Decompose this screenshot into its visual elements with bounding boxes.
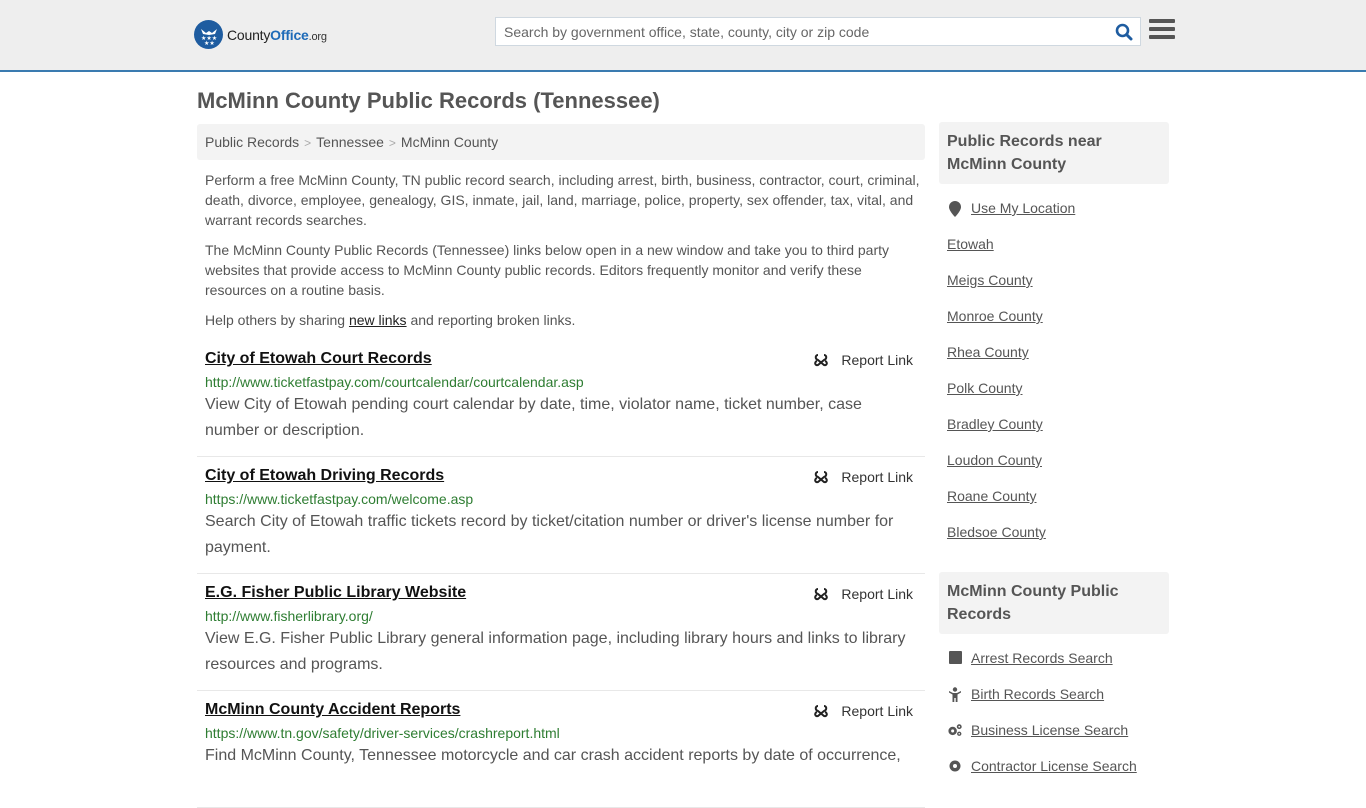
use-my-location-item: Use My Location — [947, 200, 1161, 236]
county-record-item: Arrest Records Search — [947, 650, 1161, 686]
contractor-license-search-link[interactable]: Contractor License Search — [971, 758, 1137, 774]
county-records-list: Arrest Records Search Birth Records Sear… — [939, 634, 1169, 794]
record-url[interactable]: https://www.tn.gov/safety/driver-service… — [205, 725, 917, 741]
intro-paragraph-1: Perform a free McMinn County, TN public … — [205, 172, 920, 228]
county-record-item: Business License Search — [947, 722, 1161, 758]
nearby-item: Bledsoe County — [947, 524, 1161, 560]
breadcrumb-public-records[interactable]: Public Records — [205, 134, 299, 150]
breadcrumb-tennessee[interactable]: Tennessee — [316, 134, 384, 150]
child-icon — [947, 687, 963, 702]
nearby-item: Rhea County — [947, 344, 1161, 380]
nearby-item: Loudon County — [947, 452, 1161, 488]
nearby-item: Roane County — [947, 488, 1161, 524]
svg-text:★★: ★★ — [204, 40, 215, 45]
hamburger-menu-icon[interactable] — [1149, 19, 1175, 43]
search-button[interactable] — [1108, 18, 1140, 45]
report-link-button[interactable]: Report Link — [813, 352, 913, 368]
business-license-search-link[interactable]: Business License Search — [971, 722, 1128, 738]
nearby-link-rhea-county[interactable]: Rhea County — [947, 344, 1029, 360]
breadcrumb-separator: > — [388, 136, 396, 150]
nearby-link-bradley-county[interactable]: Bradley County — [947, 416, 1043, 432]
gear-icon — [947, 759, 963, 773]
eagle-stars-logo-icon: ★★★ ★★ — [194, 20, 223, 49]
record-title-link[interactable]: City of Etowah Court Records — [205, 350, 432, 368]
record-title-link[interactable]: E.G. Fisher Public Library Website — [205, 584, 466, 602]
nearby-link-meigs-county[interactable]: Meigs County — [947, 272, 1033, 288]
search-bar — [495, 17, 1141, 46]
nearby-records-heading: Public Records near McMinn County — [939, 122, 1169, 184]
record-description: View E.G. Fisher Public Library general … — [205, 630, 906, 673]
new-links-link[interactable]: new links — [349, 312, 407, 328]
cogs-icon — [947, 723, 963, 737]
nearby-link-etowah[interactable]: Etowah — [947, 236, 994, 252]
nearby-link-loudon-county[interactable]: Loudon County — [947, 452, 1042, 468]
nearby-link-polk-county[interactable]: Polk County — [947, 380, 1022, 396]
breadcrumb: Public Records > Tennessee > McMinn County — [197, 124, 925, 160]
page-title: McMinn County Public Records (Tennessee) — [197, 88, 660, 113]
breadcrumb-mcminn-county[interactable]: McMinn County — [401, 134, 498, 150]
county-records-heading: McMinn County Public Records — [939, 572, 1169, 634]
nearby-link-roane-county[interactable]: Roane County — [947, 488, 1037, 504]
record-description: View City of Etowah pending court calend… — [205, 396, 862, 439]
broken-link-icon — [814, 705, 829, 718]
record-item: City of Etowah Court Records Report Link… — [197, 340, 925, 457]
record-description: Find McMinn County, Tennessee motorcycle… — [205, 747, 901, 764]
county-record-item: Birth Records Search — [947, 686, 1161, 722]
nearby-link-bledsoe-county[interactable]: Bledsoe County — [947, 524, 1046, 540]
report-link-button[interactable]: Report Link — [813, 703, 913, 719]
intro-text: Perform a free McMinn County, TN public … — [205, 170, 920, 340]
record-item: McMinn County Accident Reports Report Li… — [197, 691, 925, 808]
report-link-button[interactable]: Report Link — [813, 586, 913, 602]
intro-paragraph-2: The McMinn County Public Records (Tennes… — [205, 242, 890, 298]
site-logo[interactable]: ★★★ ★★ CountyOffice.org — [194, 20, 327, 49]
search-icon — [1115, 23, 1133, 40]
arrest-records-search-link[interactable]: Arrest Records Search — [971, 650, 1113, 666]
nearby-item: Etowah — [947, 236, 1161, 272]
record-description: Search City of Etowah traffic tickets re… — [205, 513, 894, 556]
sidebar: Public Records near McMinn County Use My… — [939, 122, 1169, 794]
broken-link-icon — [814, 588, 829, 601]
record-url[interactable]: https://www.ticketfastpay.com/welcome.as… — [205, 491, 917, 507]
nearby-link-monroe-county[interactable]: Monroe County — [947, 308, 1043, 324]
birth-records-search-link[interactable]: Birth Records Search — [971, 686, 1104, 702]
nearby-item: Monroe County — [947, 308, 1161, 344]
broken-link-icon — [814, 354, 829, 367]
search-input[interactable] — [496, 18, 1108, 45]
map-marker-icon — [947, 201, 963, 217]
record-title-link[interactable]: City of Etowah Driving Records — [205, 467, 444, 485]
site-header: ★★★ ★★ CountyOffice.org — [0, 0, 1366, 72]
nearby-item: Bradley County — [947, 416, 1161, 452]
county-record-item: Contractor License Search — [947, 758, 1161, 794]
record-url[interactable]: http://www.fisherlibrary.org/ — [205, 608, 917, 624]
intro-paragraph-3: Help others by sharing new links and rep… — [205, 312, 576, 328]
report-link-button[interactable]: Report Link — [813, 469, 913, 485]
logo-text: CountyOffice.org — [227, 26, 327, 43]
record-item: City of Etowah Driving Records Report Li… — [197, 457, 925, 574]
records-list: City of Etowah Court Records Report Link… — [197, 340, 925, 808]
county-records-section: McMinn County Public Records Arrest Reco… — [939, 572, 1169, 794]
record-item: E.G. Fisher Public Library Website Repor… — [197, 574, 925, 691]
square-icon — [947, 651, 963, 664]
broken-link-icon — [814, 471, 829, 484]
record-url[interactable]: http://www.ticketfastpay.com/courtcalend… — [205, 374, 917, 390]
record-title-link[interactable]: McMinn County Accident Reports — [205, 701, 460, 719]
use-my-location-link[interactable]: Use My Location — [971, 200, 1075, 216]
nearby-item: Polk County — [947, 380, 1161, 416]
nearby-item: Meigs County — [947, 272, 1161, 308]
nearby-records-list: Use My Location Etowah Meigs County Monr… — [939, 184, 1169, 570]
breadcrumb-separator: > — [304, 136, 312, 150]
